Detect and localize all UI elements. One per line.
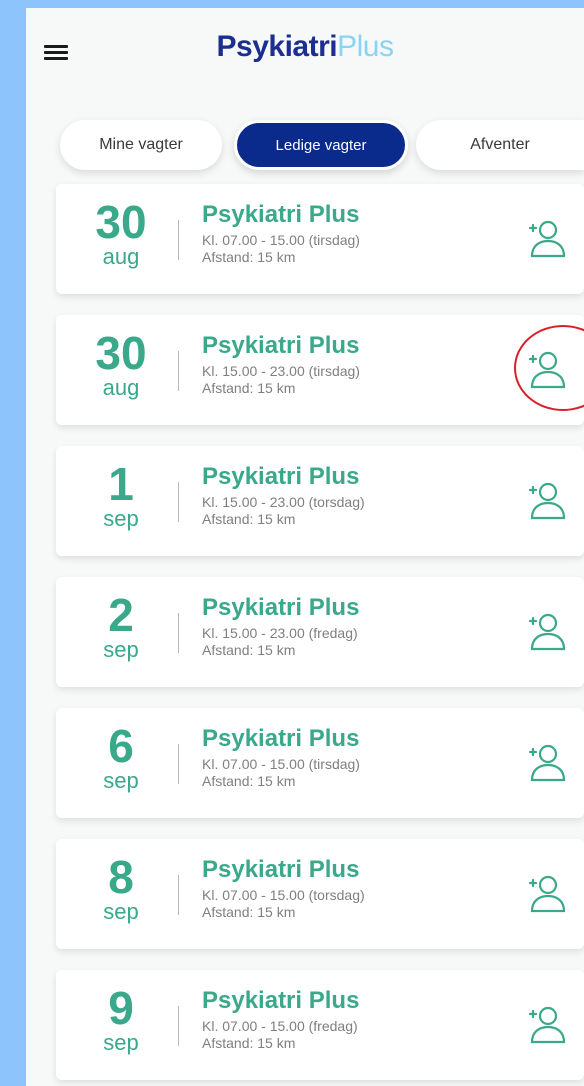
shift-date-month: sep xyxy=(103,1030,139,1055)
shift-date-day: 8 xyxy=(108,851,134,903)
shift-title: Psykiatri Plus xyxy=(202,725,360,752)
shift-divider xyxy=(178,351,179,391)
logo-strong-text: Psykiatri xyxy=(216,30,338,63)
app-logo: PsykiatriPlus xyxy=(26,30,584,64)
add-user-icon[interactable] xyxy=(522,609,570,657)
shift-date-month: sep xyxy=(103,768,139,793)
shift-distance: Afstand: 15 km xyxy=(202,249,296,265)
shift-title: Psykiatri Plus xyxy=(202,594,360,621)
shift-date-day: 30 xyxy=(95,327,147,379)
shift-card[interactable]: 6 sep Psykiatri Plus Kl. 07.00 - 15.00 (tir… xyxy=(56,708,584,818)
shift-date-month: sep xyxy=(103,899,139,924)
shift-title: Psykiatri Plus xyxy=(202,463,360,490)
shift-divider xyxy=(178,613,179,653)
shift-date-month: sep xyxy=(103,637,139,662)
shift-distance: Afstand: 15 km xyxy=(202,904,296,920)
tab-ledige-vagter[interactable]: Ledige vagter xyxy=(234,120,408,170)
add-user-icon[interactable] xyxy=(522,871,570,919)
tab-afventer[interactable]: Afventer xyxy=(416,120,584,170)
add-user-icon[interactable] xyxy=(522,347,570,395)
shift-distance: Afstand: 15 km xyxy=(202,380,296,396)
shift-date-day: 30 xyxy=(95,196,147,248)
shift-date-month: aug xyxy=(102,375,140,400)
shift-date-month: aug xyxy=(102,244,140,269)
shift-title: Psykiatri Plus xyxy=(202,987,360,1014)
shift-divider xyxy=(178,744,179,784)
add-user-icon[interactable] xyxy=(522,216,570,264)
shift-card[interactable]: 30 aug Psykiatri Plus Kl. 15.00 - 23.00 (ti… xyxy=(56,315,584,425)
shift-distance: Afstand: 15 km xyxy=(202,642,296,658)
tab-mine-vagter[interactable]: Mine vagter xyxy=(60,120,222,170)
shift-time: Kl. 07.00 - 15.00 (tirsdag) xyxy=(202,756,360,772)
shift-divider xyxy=(178,482,179,522)
shift-time: Kl. 07.00 - 15.00 (tirsdag) xyxy=(202,232,360,248)
shift-title: Psykiatri Plus xyxy=(202,201,360,228)
logo-light-text: Plus xyxy=(337,30,394,63)
shift-title: Psykiatri Plus xyxy=(202,856,360,883)
app-header: PsykiatriPlus xyxy=(26,8,584,98)
shift-date-day: 2 xyxy=(108,589,134,641)
shift-time: Kl. 07.00 - 15.00 (torsdag) xyxy=(202,887,365,903)
app-screen: PsykiatriPlus Mine vagter Ledige vagter … xyxy=(26,8,584,1086)
shift-distance: Afstand: 15 km xyxy=(202,773,296,789)
shift-date-day: 9 xyxy=(108,982,134,1034)
shift-time: Kl. 07.00 - 15.00 (fredag) xyxy=(202,1018,358,1034)
shift-time: Kl. 15.00 - 23.00 (tirsdag) xyxy=(202,363,360,379)
shift-distance: Afstand: 15 km xyxy=(202,1035,296,1051)
shift-date-month: sep xyxy=(103,506,139,531)
shift-divider xyxy=(178,220,179,260)
add-user-icon[interactable] xyxy=(522,1002,570,1050)
shift-card[interactable]: 8 sep Psykiatri Plus Kl. 07.00 - 15.00 (tor… xyxy=(56,839,584,949)
shift-card[interactable]: 2 sep Psykiatri Plus Kl. 15.00 - 23.00 (fre… xyxy=(56,577,584,687)
add-user-icon[interactable] xyxy=(522,740,570,788)
add-user-icon[interactable] xyxy=(522,478,570,526)
shift-time: Kl. 15.00 - 23.00 (fredag) xyxy=(202,625,358,641)
shift-title: Psykiatri Plus xyxy=(202,332,360,359)
shift-card[interactable]: 9 sep Psykiatri Plus Kl. 07.00 - 15.00 (fre… xyxy=(56,970,584,1080)
shift-divider xyxy=(178,875,179,915)
shift-distance: Afstand: 15 km xyxy=(202,511,296,527)
shift-date-day: 1 xyxy=(108,458,134,510)
shift-card[interactable]: 30 aug Psykiatri Plus Kl. 07.00 - 15.00 (ti… xyxy=(56,184,584,294)
shift-divider xyxy=(178,1006,179,1046)
shift-time: Kl. 15.00 - 23.00 (torsdag) xyxy=(202,494,365,510)
shift-card[interactable]: 1 sep Psykiatri Plus Kl. 15.00 - 23.00 (tor… xyxy=(56,446,584,556)
shift-date-day: 6 xyxy=(108,720,134,772)
shift-tabs: Mine vagter Ledige vagter Afventer xyxy=(26,120,584,174)
